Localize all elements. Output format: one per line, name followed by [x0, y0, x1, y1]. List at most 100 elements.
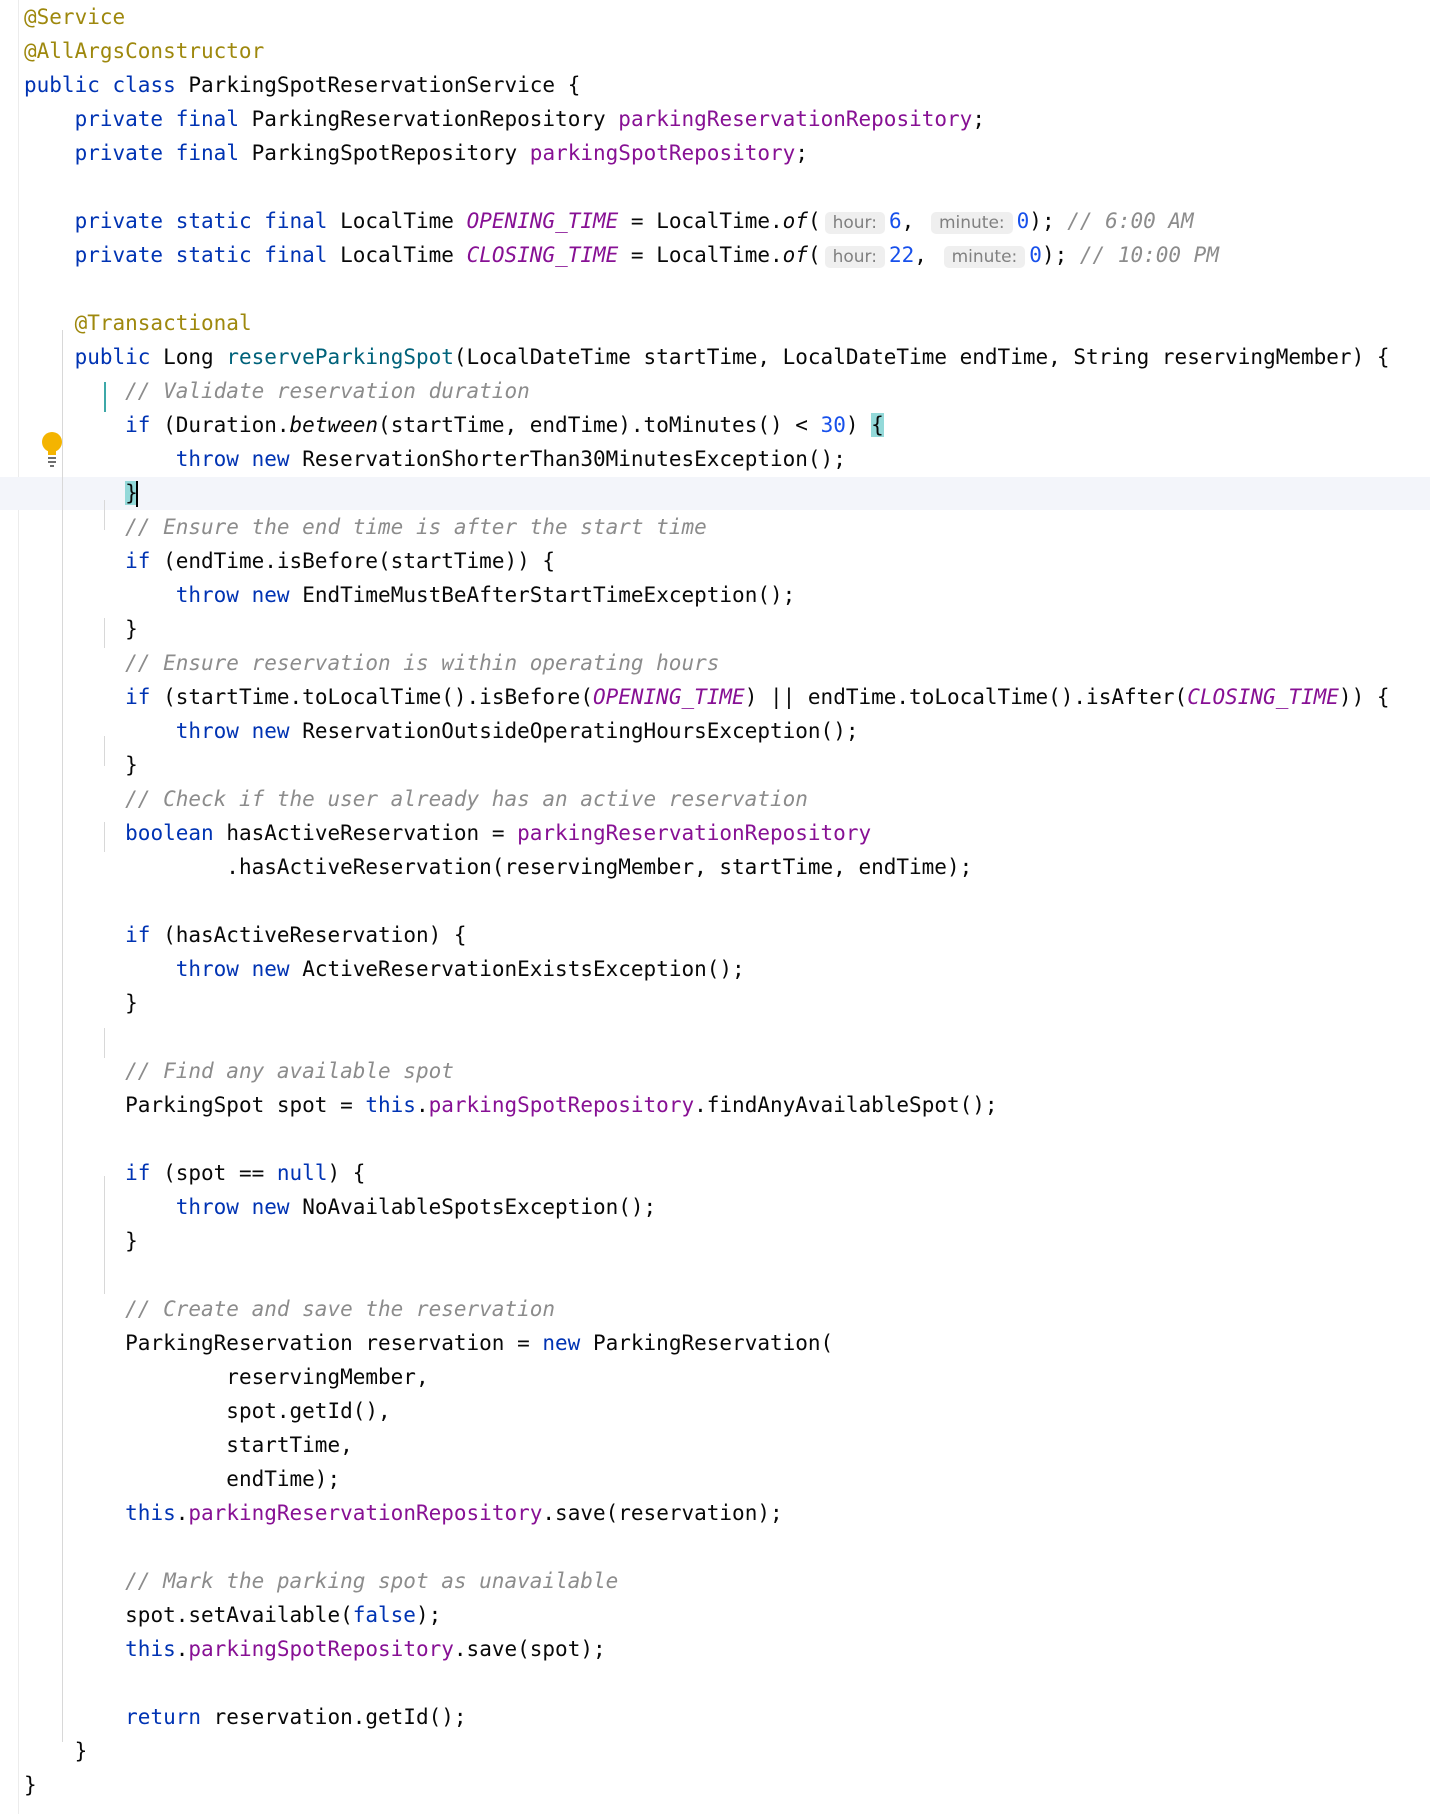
keyword-token: private [74, 107, 164, 131]
field-token: parkingSpotRepository [188, 1637, 454, 1661]
code-line: private final ParkingReservationReposito… [24, 102, 985, 136]
comment-token: // 10:00 PM [1079, 243, 1219, 267]
keyword-token: boolean [125, 821, 214, 845]
parameter-hint: minute: [943, 246, 1026, 268]
code-token: reservation.getId(); [201, 1705, 467, 1729]
code-line: throw new EndTimeMustBeAfterStartTimeExc… [24, 578, 796, 612]
keyword-token: false [352, 1603, 416, 1627]
code-line: // Check if the user already has an acti… [24, 782, 808, 816]
code-line: this.parkingSpotRepository.save(spot); [24, 1632, 606, 1666]
field-token: parkingSpotRepository [428, 1093, 695, 1117]
method-token: of [782, 243, 808, 267]
keyword-token: public [24, 73, 100, 97]
code-line: @Transactional [24, 306, 252, 340]
code-token: { [555, 73, 581, 97]
text-caret [135, 481, 138, 507]
code-line: if (Duration.between(startTime, endTime)… [24, 408, 884, 442]
field-token: parkingSpotRepository [529, 141, 796, 165]
code-token: } [74, 1739, 88, 1763]
method-token: between [289, 413, 379, 437]
code-line: @Service [24, 0, 125, 34]
parameter-hint: hour: [824, 212, 885, 234]
code-line: if (startTime.toLocalTime().isBefore(OPE… [24, 680, 1390, 714]
code-token: . [415, 1093, 429, 1117]
code-line: private static final LocalTime CLOSING_T… [24, 238, 1219, 272]
keyword-token: throw [175, 957, 239, 981]
field-token: parkingReservationRepository [188, 1501, 543, 1525]
code-token: (hasActiveReservation) { [150, 923, 467, 947]
keyword-token: throw [175, 1195, 239, 1219]
keyword-token: private static final [74, 243, 328, 267]
keyword-token: null [276, 1161, 328, 1185]
code-line: throw new NoAvailableSpotsException(); [24, 1190, 656, 1224]
field-token: parkingReservationRepository [618, 107, 973, 131]
keyword-token: new [251, 957, 290, 981]
code-line: endTime); [24, 1462, 340, 1496]
method-token: of [782, 209, 808, 233]
code-token: .save(spot); [453, 1637, 606, 1661]
code-line: } [24, 1768, 37, 1802]
code-line: // Validate reservation duration [24, 374, 530, 408]
code-token: ParkingReservation( [580, 1331, 834, 1355]
code-line: startTime, [24, 1428, 353, 1462]
code-line: reservingMember, [24, 1360, 428, 1394]
code-line: boolean hasActiveReservation = parkingRe… [24, 816, 871, 850]
comment-token: // Create and save the reservation [125, 1297, 556, 1321]
number-token: 0 [1029, 243, 1042, 267]
keyword-token: throw [175, 583, 239, 607]
code-line: // Ensure reservation is within operatin… [24, 646, 719, 680]
comment-token: // 6:00 AM [1067, 209, 1194, 233]
keyword-token: class [112, 73, 176, 97]
code-line: public Long reserveParkingSpot(LocalDate… [24, 340, 1390, 374]
code-token: = LocalTime. [618, 209, 783, 233]
code-line: } [24, 612, 138, 646]
code-line: } [24, 1224, 138, 1258]
type-token: Long [163, 345, 214, 369]
code-token: ( [807, 243, 821, 267]
code-line: if (endTime.isBefore(startTime)) { [24, 544, 555, 578]
number-token: 6 [888, 209, 902, 233]
code-token: startTime, [226, 1433, 353, 1457]
keyword-token: if [125, 923, 151, 947]
code-token: ); [415, 1603, 442, 1627]
keyword-token: new [251, 447, 290, 471]
keyword-token: if [125, 549, 151, 573]
comment-token: // Validate reservation duration [125, 379, 530, 403]
keyword-token: this [125, 1501, 176, 1525]
keyword-token: private [74, 141, 164, 165]
code-token: } [125, 1229, 138, 1253]
number-token: 0 [1016, 209, 1030, 233]
code-token: spot.getId(), [226, 1399, 391, 1423]
code-line: private static final LocalTime OPENING_T… [24, 204, 1194, 238]
annotation-token: @Transactional [74, 311, 252, 335]
code-line: } [24, 986, 138, 1020]
field-token: parkingReservationRepository [517, 821, 872, 845]
type-token: ParkingReservationRepository [251, 107, 606, 131]
code-editor[interactable]: @Service @AllArgsConstructor public clas… [0, 0, 1430, 1814]
keyword-token: if [125, 413, 151, 437]
code-token: } [24, 1773, 37, 1797]
type-token: LocalTime [340, 243, 454, 267]
code-line: this.parkingReservationRepository.save(r… [24, 1496, 782, 1530]
code-token: , [914, 243, 927, 267]
code-token: } [125, 617, 138, 641]
code-token: )) { [1338, 685, 1390, 709]
parameter-hint: hour: [824, 246, 885, 268]
comment-token: // Ensure reservation is within operatin… [125, 651, 720, 675]
code-token: ( [807, 209, 821, 233]
code-token: EndTimeMustBeAfterStartTimeException(); [302, 583, 796, 607]
gutter-divider [18, 0, 19, 1814]
keyword-token: if [125, 1161, 151, 1185]
class-name-token: ParkingSpotReservationService [188, 73, 556, 97]
keyword-token: this [125, 1637, 176, 1661]
code-token: } [125, 753, 138, 777]
code-area[interactable]: @Service @AllArgsConstructor public clas… [24, 0, 1390, 1797]
code-line: @AllArgsConstructor [24, 34, 264, 68]
code-token: (Duration. [150, 413, 290, 437]
code-token: ParkingReservation reservation = [125, 1331, 543, 1355]
constant-token: CLOSING_TIME [466, 243, 619, 267]
code-line: if (spot == null) { [24, 1156, 365, 1190]
code-line: ParkingReservation reservation = new Par… [24, 1326, 833, 1360]
code-token: ) { [327, 1161, 366, 1185]
code-token: .hasActiveReservation(reservingMember, s… [226, 855, 973, 879]
